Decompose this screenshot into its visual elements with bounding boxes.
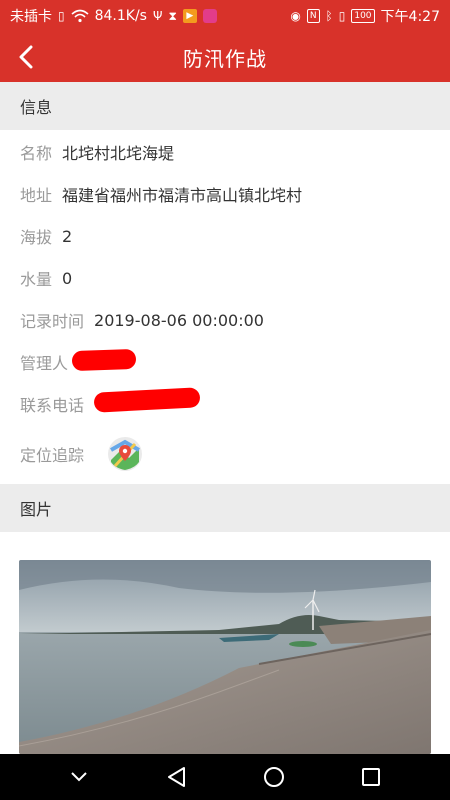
shop-notification-icon (202, 9, 217, 23)
sim-icon: ▯ (58, 9, 65, 23)
back-arrow-icon (19, 45, 33, 69)
nav-collapse-button[interactable] (59, 757, 99, 797)
water-row: 水量 0 (20, 266, 72, 290)
altitude-value: 2 (62, 226, 73, 246)
status-bar: 未插卡 ▯ 84.1K/s Ψ ⧗ ▶ ◉ N ᛒ ▯ 100 下午4:27 (0, 0, 450, 32)
record-time-value: 2019-08-06 00:00:00 (94, 310, 264, 330)
water-label: 水量 (20, 270, 53, 289)
network-speed: 84.1K/s (94, 8, 147, 24)
carrier-text: 未插卡 (10, 9, 52, 25)
location-row: 定位追踪 (20, 442, 94, 466)
water-value: 0 (62, 268, 73, 288)
eye-icon: ◉ (290, 9, 301, 23)
photo-section-header: 图片 (0, 484, 450, 532)
app-notification-icon: ▶ (182, 9, 197, 23)
address-value: 福建省福州市福清市高山镇北垞村 (62, 186, 303, 205)
nav-recents-button[interactable] (351, 757, 391, 797)
map-location-icon[interactable] (107, 436, 143, 472)
name-value: 北垞村北垞海堤 (62, 144, 175, 163)
nav-home-button[interactable] (254, 757, 294, 797)
manager-redaction (71, 348, 137, 372)
name-label: 名称 (20, 144, 53, 163)
phone-label: 联系电话 (20, 396, 85, 415)
altitude-label: 海拔 (20, 228, 53, 247)
wifi-icon (71, 9, 89, 23)
vibrate-icon: ▯ (338, 9, 346, 23)
address-label: 地址 (20, 186, 53, 205)
battery-icon: 100 (351, 9, 375, 23)
nav-back-button[interactable] (156, 757, 196, 797)
seawall-photo[interactable] (19, 560, 431, 754)
triangle-back-icon (168, 767, 186, 787)
chevron-down-icon (71, 772, 87, 782)
system-nav-bar (0, 754, 450, 800)
name-row: 名称 北垞村北垞海堤 (20, 140, 174, 164)
info-section-header: 信息 (0, 82, 450, 130)
hourglass-icon: ⧗ (168, 9, 177, 23)
bluetooth-icon: ᛒ (325, 9, 333, 23)
square-recents-icon (362, 768, 381, 786)
usb-icon: Ψ (152, 9, 163, 23)
clock: 下午4:27 (380, 9, 440, 25)
nfc-icon: N (306, 9, 320, 23)
location-label: 定位追踪 (20, 446, 85, 465)
phone-row: 联系电话 (20, 392, 94, 416)
page-title: 防汛作战 (183, 46, 267, 71)
address-row: 地址 福建省福州市福清市高山镇北垞村 (20, 182, 302, 206)
altitude-row: 海拔 2 (20, 224, 72, 248)
record-time-label: 记录时间 (20, 312, 85, 331)
manager-label: 管理人 (20, 354, 69, 373)
phone-redaction (93, 387, 201, 413)
circle-home-icon (263, 767, 284, 787)
record-time-row: 记录时间 2019-08-06 00:00:00 (20, 308, 264, 332)
manager-row: 管理人 (20, 350, 78, 374)
back-button[interactable] (10, 41, 42, 73)
app-bar: 防汛作战 (0, 32, 450, 82)
